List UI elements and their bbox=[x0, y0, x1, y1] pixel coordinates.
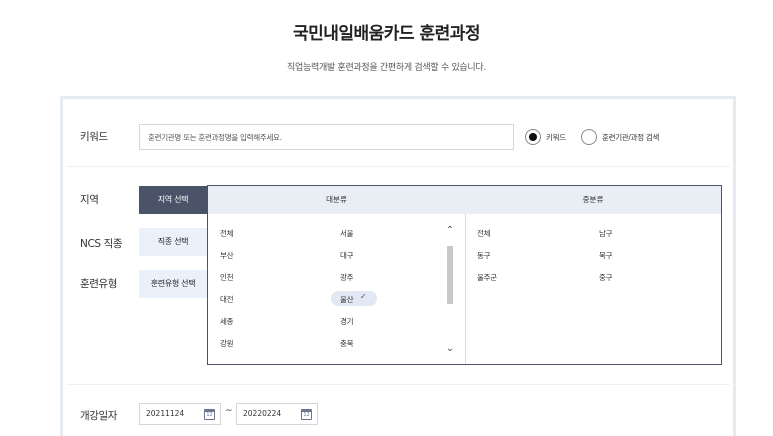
list-item[interactable]: 대구 bbox=[340, 250, 354, 261]
region-picker: 대분류 중분류 전체 서울 부산 대구 인천 광주 대전 울산 ✓ 세종 경기 … bbox=[207, 185, 722, 365]
list-item[interactable]: 동구 bbox=[477, 250, 491, 261]
list-item[interactable]: 서울 bbox=[340, 228, 354, 239]
scroll-thumb[interactable] bbox=[447, 246, 453, 304]
divider bbox=[66, 166, 730, 167]
radio-keyword-label: 키워드 bbox=[546, 132, 566, 142]
list-item[interactable]: 중구 bbox=[599, 272, 613, 283]
check-icon: ✓ bbox=[360, 292, 367, 301]
radio-button-selected[interactable] bbox=[525, 129, 541, 145]
list-item[interactable]: 충북 bbox=[340, 338, 354, 349]
page-title: 국민내일배움카드 훈련과정 bbox=[292, 24, 481, 44]
list-item[interactable]: 인천 bbox=[220, 272, 234, 283]
chevron-down-icon[interactable]: ⌄ bbox=[445, 344, 455, 354]
page-subtitle: 직업능력개발 훈련과정을 간편하게 검색할 수 있습니다. bbox=[287, 63, 486, 73]
list-item-selected[interactable]: 울산 bbox=[340, 294, 354, 305]
ncs-label: NCS 직종 bbox=[80, 238, 123, 250]
list-item[interactable]: 북구 bbox=[599, 250, 613, 261]
chevron-up-icon[interactable]: ⌃ bbox=[445, 226, 455, 236]
radio-button[interactable] bbox=[581, 129, 597, 145]
training-type-label: 훈련유형 bbox=[80, 278, 118, 290]
list-item[interactable]: 강원 bbox=[220, 338, 234, 349]
list-item[interactable]: 전체 bbox=[477, 228, 491, 239]
calendar-icon[interactable]: 12 bbox=[204, 409, 215, 420]
period-label: 개강일자 bbox=[80, 410, 118, 422]
training-type-select-button[interactable]: 훈련유형 선택 bbox=[139, 270, 207, 298]
divider bbox=[66, 384, 730, 385]
region-select-button[interactable]: 지역 선택 bbox=[139, 186, 207, 214]
radio-keyword[interactable]: 키워드 bbox=[525, 129, 566, 145]
list-item[interactable]: 경기 bbox=[340, 316, 354, 327]
calendar-icon[interactable]: 12 bbox=[301, 409, 312, 420]
region-label: 지역 bbox=[80, 194, 99, 206]
radio-institution-course[interactable]: 훈련기관/과정 검색 bbox=[581, 129, 659, 145]
major-list-scrollbar[interactable]: ⌃ ⌄ bbox=[445, 226, 455, 356]
ncs-select-button[interactable]: 직종 선택 bbox=[139, 228, 207, 256]
keyword-label: 키워드 bbox=[80, 131, 108, 143]
start-date-field[interactable]: 20211124 12 bbox=[139, 403, 221, 425]
keyword-input[interactable] bbox=[139, 124, 514, 150]
radio-institution-label: 훈련기관/과정 검색 bbox=[602, 132, 660, 142]
list-item[interactable]: 남구 bbox=[599, 228, 613, 239]
list-item[interactable]: 울주군 bbox=[477, 272, 497, 283]
list-item[interactable]: 광주 bbox=[340, 272, 354, 283]
date-separator: ~ bbox=[225, 406, 233, 416]
list-item[interactable]: 대전 bbox=[220, 294, 234, 305]
list-item[interactable]: 세종 bbox=[220, 316, 234, 327]
end-date-value: 20220224 bbox=[243, 409, 282, 418]
column-separator bbox=[465, 214, 466, 364]
list-item[interactable]: 부산 bbox=[220, 250, 234, 261]
major-category-header: 대분류 bbox=[326, 195, 347, 204]
minor-category-header: 중분류 bbox=[582, 195, 604, 204]
selected-region-pill bbox=[331, 291, 377, 306]
list-item[interactable]: 전체 bbox=[220, 228, 234, 239]
region-picker-header: 대분류 중분류 bbox=[208, 186, 721, 214]
end-date-field[interactable]: 20220224 12 bbox=[236, 403, 318, 425]
start-date-value: 20211124 bbox=[146, 409, 185, 418]
